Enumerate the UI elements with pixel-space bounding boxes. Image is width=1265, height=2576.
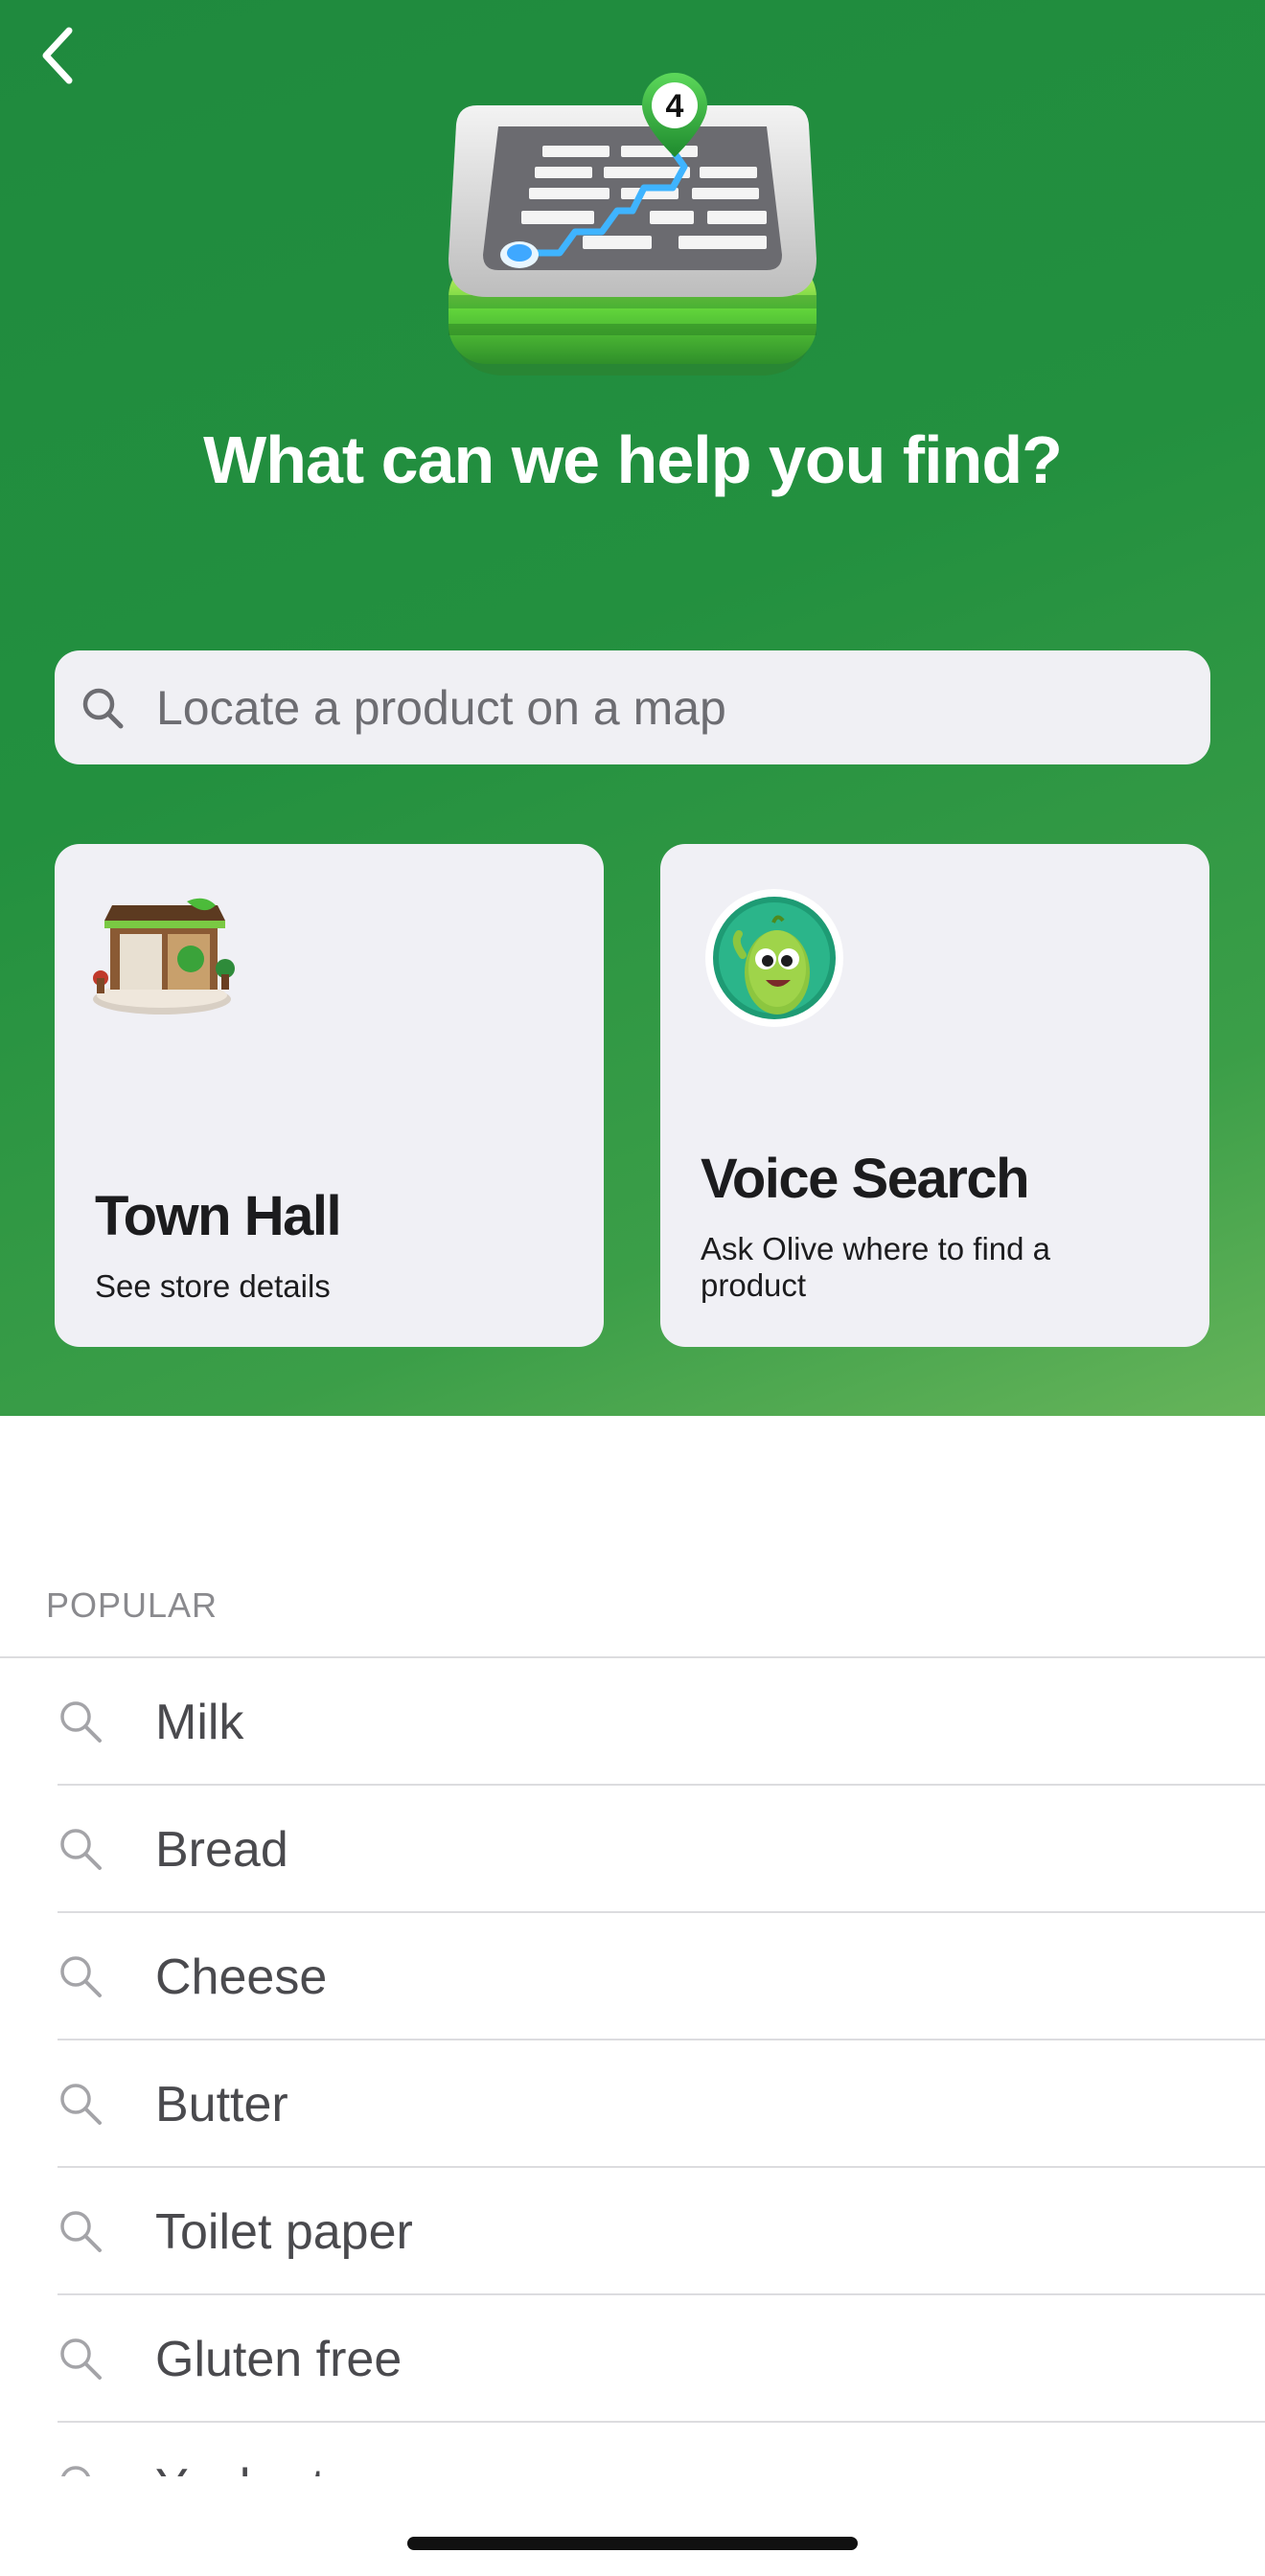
store-card-subtitle: See store details (95, 1268, 331, 1304)
back-button[interactable] (23, 17, 92, 94)
store-illustration-icon (93, 898, 235, 1014)
store-card-title: Town Hall (95, 1185, 342, 1247)
search-icon (60, 1701, 102, 1743)
home-indicator[interactable] (407, 2537, 858, 2550)
list-item-label: Butter (155, 2076, 288, 2132)
list-item[interactable]: Milk (0, 1658, 1265, 1786)
voice-card-title: Voice Search (701, 1148, 1030, 1210)
list-item[interactable]: Gluten free (0, 2295, 1265, 2423)
search-icon (60, 2211, 102, 2252)
hero-section: 4 What can we help you find? To (0, 0, 1265, 1416)
search-icon (60, 2084, 102, 2125)
list-item-label: Milk (155, 1694, 244, 1750)
search-icon (60, 2338, 102, 2380)
list-item-label: Bread (155, 1821, 288, 1878)
popular-section-header: POPULAR (46, 1585, 218, 1625)
list-item-label: Cheese (155, 1949, 328, 2005)
page-title: What can we help you find? (203, 422, 1063, 497)
list-item[interactable]: Yoghurt (0, 2423, 1265, 2476)
list-item[interactable]: Butter (0, 2040, 1265, 2168)
product-search-bar[interactable] (55, 650, 1210, 764)
search-icon (78, 683, 127, 733)
list-item[interactable]: Toilet paper (0, 2168, 1265, 2295)
voice-search-card[interactable]: Voice Search Ask Olive where to find a p… (660, 844, 1209, 1347)
olive-mascot-icon (705, 889, 843, 1027)
search-icon (60, 1956, 102, 1997)
store-map-app-icon: 4 (448, 73, 816, 376)
popular-list: Milk Bread Cheese Butter Toilet paper Gl… (0, 1658, 1265, 2476)
list-item[interactable]: Bread (0, 1786, 1265, 1913)
voice-card-subtitle: Ask Olive where to find a product (701, 1231, 1050, 1303)
list-item-label: Toilet paper (155, 2203, 413, 2260)
list-item-label: Yoghurt (155, 2458, 325, 2477)
list-item-label: Gluten free (155, 2331, 402, 2387)
list-item[interactable]: Cheese (0, 1913, 1265, 2040)
search-icon (61, 2466, 90, 2476)
search-icon (60, 1829, 102, 1870)
search-input[interactable] (156, 679, 1172, 736)
pin-badge-number: 4 (666, 88, 684, 125)
chevron-left-icon (42, 27, 73, 84)
store-details-card[interactable]: Town Hall See store details (55, 844, 604, 1347)
